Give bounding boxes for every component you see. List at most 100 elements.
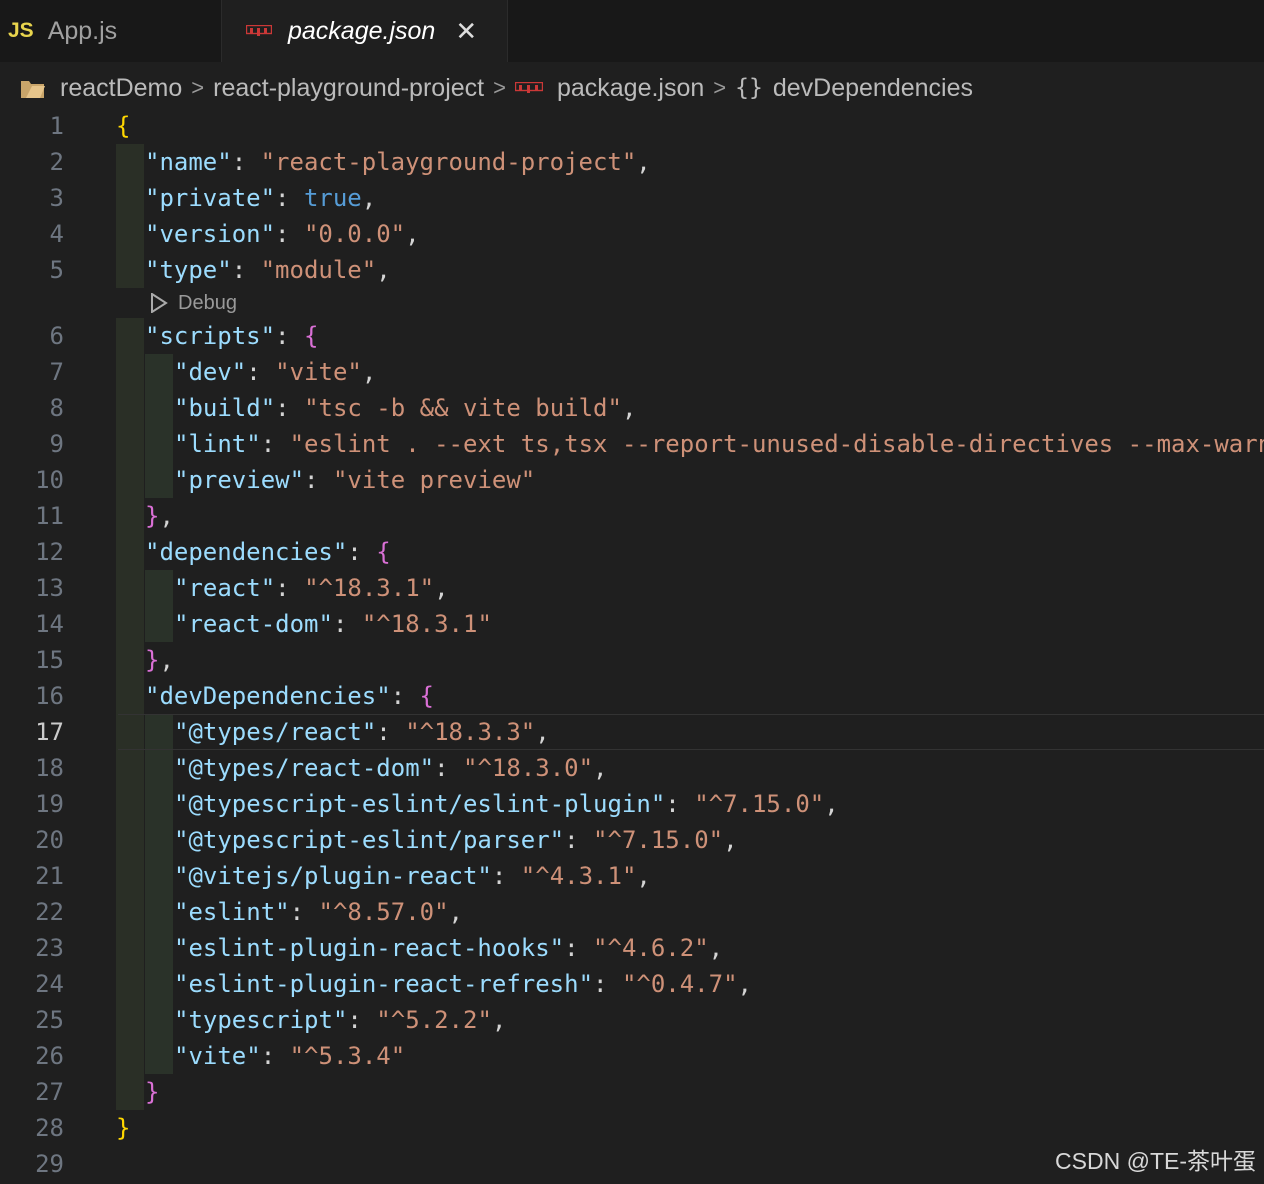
indent-guide	[116, 216, 144, 252]
code-token: :	[564, 826, 594, 854]
code-token: "0.0.0"	[303, 220, 406, 248]
code-line[interactable]: 17 "@types/react": "^18.3.3",	[0, 714, 1264, 750]
indent-guide	[116, 750, 144, 786]
code-line[interactable]: 12 "dependencies": {	[0, 534, 1264, 570]
code-token: :	[304, 466, 333, 494]
code-line[interactable]: 28}	[0, 1110, 1264, 1146]
code-line[interactable]: 18 "@types/react-dom": "^18.3.0",	[0, 750, 1264, 786]
code-line[interactable]: 21 "@vitejs/plugin-react": "^4.3.1",	[0, 858, 1264, 894]
close-tab-icon[interactable]: ✕	[455, 16, 477, 47]
line-number: 23	[35, 934, 64, 962]
tab-label: App.js	[47, 16, 118, 45]
code-line[interactable]: 26 "vite": "^5.3.4"	[0, 1038, 1264, 1074]
code-token: ,	[824, 790, 839, 818]
indent-guide	[145, 822, 173, 858]
code-token: :	[434, 754, 463, 782]
line-number: 5	[49, 256, 64, 284]
code-line[interactable]: 6 "scripts": {	[0, 318, 1264, 354]
code-line[interactable]: 27}	[0, 1074, 1264, 1110]
code-token: :	[260, 430, 290, 458]
breadcrumb-item-reactdemo[interactable]: reactDemo	[60, 74, 182, 103]
code-token: }	[116, 1114, 131, 1142]
indent-guide	[116, 858, 144, 894]
code-line[interactable]: 24 "eslint-plugin-react-refresh": "^0.4.7…	[0, 966, 1264, 1002]
indent-guide	[116, 606, 144, 642]
indent-guide	[145, 858, 173, 894]
code-token: :	[231, 148, 261, 176]
code-token: "@typescript-eslint/parser"	[174, 826, 565, 854]
code-token: :	[376, 718, 406, 746]
code-token: }	[145, 646, 160, 674]
code-line[interactable]: 14 "react-dom": "^18.3.1"	[0, 606, 1264, 642]
line-number: 4	[49, 220, 64, 248]
line-number: 10	[35, 466, 64, 494]
code-line[interactable]: 20 "@typescript-eslint/parser": "^7.15.0"…	[0, 822, 1264, 858]
tab-app-js[interactable]: JS App.js	[0, 0, 222, 62]
code-token: "^5.3.4"	[289, 1042, 406, 1070]
breadcrumb: reactDemo > react-playground-project > p…	[0, 62, 1264, 114]
npm-package-icon	[246, 25, 272, 36]
indent-guide	[116, 498, 144, 534]
line-number: 17	[35, 718, 64, 746]
code-line[interactable]: 4 "version": "0.0.0",	[0, 216, 1264, 252]
code-line[interactable]: 13 "react": "^18.3.1",	[0, 570, 1264, 606]
indent-guide	[116, 462, 144, 498]
indent-guide	[116, 180, 144, 216]
code-line[interactable]: 15},	[0, 642, 1264, 678]
indent-guide	[116, 1038, 144, 1074]
code-line[interactable]: 16 "devDependencies": {	[0, 678, 1264, 714]
code-line[interactable]: 3 "private": true,	[0, 180, 1264, 216]
code-text: "react-dom": "^18.3.1"	[174, 606, 492, 642]
code-line[interactable]: 5 "type": "module",	[0, 252, 1264, 288]
code-line[interactable]: 11},	[0, 498, 1264, 534]
watermark: CSDN @TE-茶叶蛋	[1055, 1148, 1256, 1174]
code-line[interactable]: 8 "build": "tsc -b && vite build",	[0, 390, 1264, 426]
code-token: "eslint"	[174, 898, 290, 926]
code-token: ,	[636, 148, 651, 176]
code-token: "module"	[260, 256, 377, 284]
indent-guide	[145, 1038, 173, 1074]
line-number: 15	[35, 646, 64, 674]
indent-guide	[116, 534, 144, 570]
code-token: "dev"	[174, 358, 247, 386]
breadcrumb-item-package-json[interactable]: package.json	[557, 74, 704, 103]
code-text: "@types/react-dom": "^18.3.0",	[174, 750, 608, 786]
code-token: "devDependencies"	[145, 682, 391, 710]
code-line[interactable]: 10 "preview": "vite preview"	[0, 462, 1264, 498]
debug-label: Debug	[178, 292, 237, 314]
tab-package-json[interactable]: package.json ✕	[222, 0, 508, 62]
code-token: ,	[737, 970, 752, 998]
breadcrumb-item-project[interactable]: react-playground-project	[213, 74, 484, 103]
code-token: "^4.6.2"	[593, 934, 709, 962]
breadcrumb-item-devdependencies[interactable]: devDependencies	[773, 74, 973, 103]
indent-guide	[116, 354, 144, 390]
npm-package-icon	[514, 82, 543, 93]
line-number: 6	[49, 322, 64, 350]
code-token: :	[347, 538, 377, 566]
code-line[interactable]: 1{	[0, 108, 1264, 144]
code-token: ,	[491, 1006, 507, 1034]
line-number: 19	[35, 790, 64, 818]
code-line[interactable]: 23 "eslint-plugin-react-hooks": "^4.6.2",	[0, 930, 1264, 966]
code-line[interactable]: 25 "typescript": "^5.2.2",	[0, 1002, 1264, 1038]
code-editor[interactable]: 1{2 "name": "react-playground-project", 3 "…	[0, 108, 1264, 1184]
code-token: ,	[159, 502, 174, 530]
code-text: "version": "0.0.0",	[145, 216, 420, 252]
tab-label: package.json	[288, 16, 436, 45]
code-token: "version"	[145, 220, 276, 248]
code-line[interactable]: 2 "name": "react-playground-project",	[0, 144, 1264, 180]
code-line[interactable]: 19 "@typescript-eslint/eslint-plugin": "^…	[0, 786, 1264, 822]
line-number: 2	[49, 148, 64, 176]
code-line[interactable]: 22 "eslint": "^8.57.0",	[0, 894, 1264, 930]
line-number: 11	[35, 502, 64, 530]
code-token: :	[275, 394, 305, 422]
code-token: :	[564, 934, 594, 962]
debug-codelens[interactable]: Debug	[150, 288, 237, 318]
indent-guide	[145, 786, 173, 822]
code-token: "^4.3.1"	[520, 862, 637, 890]
code-token: :	[275, 184, 304, 212]
code-line[interactable]: 7 "dev": "vite",	[0, 354, 1264, 390]
code-token: "eslint-plugin-react-refresh"	[174, 970, 594, 998]
code-line[interactable]: 9 "lint": "eslint . --ext ts,tsx --report…	[0, 426, 1264, 462]
indent-guide	[116, 318, 144, 354]
